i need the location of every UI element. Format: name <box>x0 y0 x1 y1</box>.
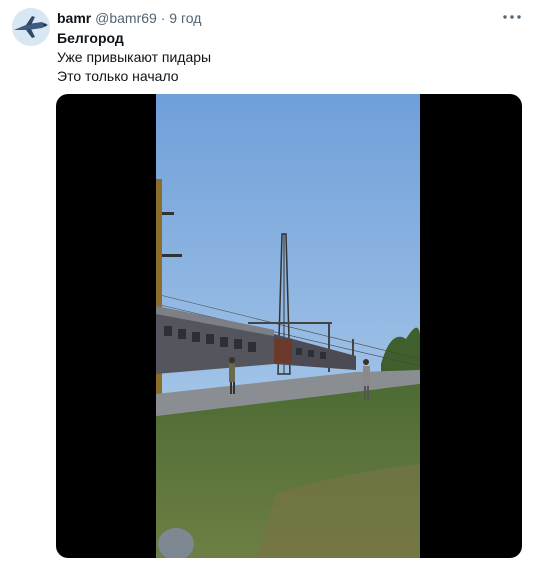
author-name[interactable]: bamr <box>57 10 91 26</box>
avatar-image <box>12 8 50 46</box>
video-player[interactable] <box>56 94 522 558</box>
separator-dot: · <box>160 10 166 26</box>
video-frame <box>156 94 420 558</box>
tweet-text: Белгород Уже привыкают пидары Это только… <box>57 29 211 86</box>
tweet-text-line: Белгород <box>57 30 124 46</box>
train-station-scene <box>156 94 420 558</box>
tweet-text-line: Уже привыкают пидары <box>57 49 212 65</box>
author-handle[interactable]: @bamr69 <box>95 10 157 26</box>
tweet-header: bamr @bamr69 · 9 год <box>57 10 201 26</box>
tweet-timestamp[interactable]: 9 год <box>169 10 201 26</box>
tweet-text-line: Это только начало <box>57 68 179 84</box>
tweet: bamr @bamr69 · 9 год Белгород Уже привык… <box>0 0 534 567</box>
avatar[interactable] <box>12 8 50 46</box>
more-options-icon[interactable] <box>502 8 522 26</box>
